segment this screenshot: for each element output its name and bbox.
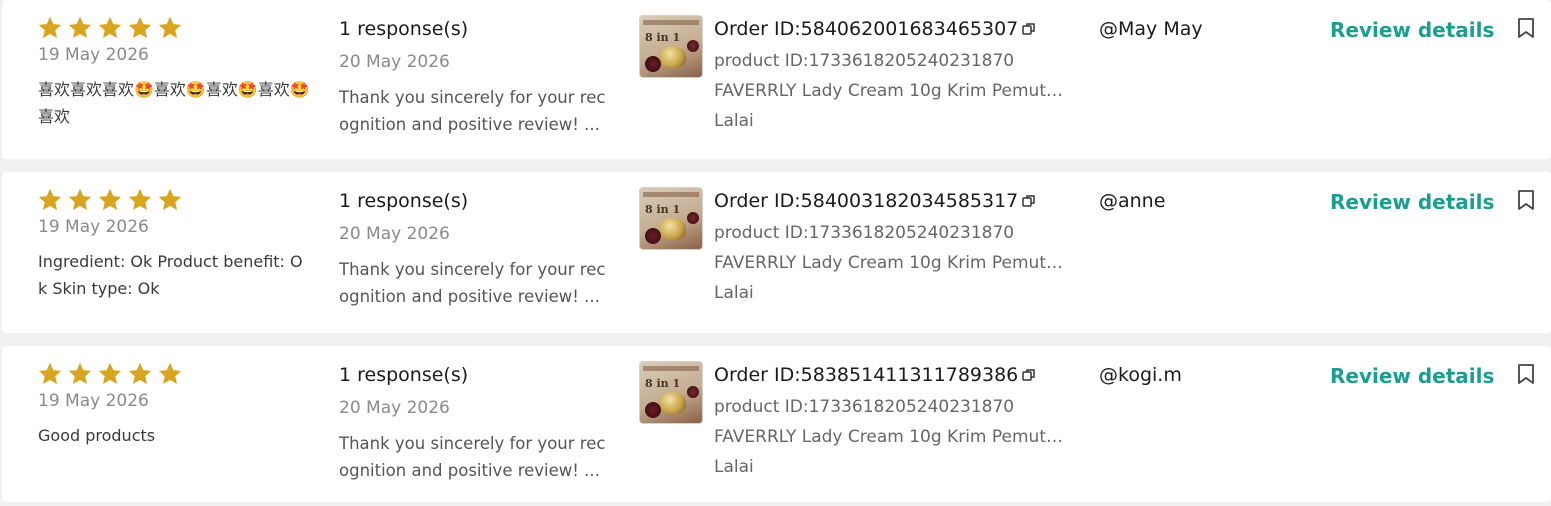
review-card: 19 May 2026 Good products 1 response(s) … [2,346,1551,502]
star-icon [98,16,122,38]
product-name: FAVERRLY Lady Cream 10g Krim Pemutih Waj… [714,81,1066,101]
star-rating [38,16,182,39]
response-text: Thank you sincerely for your recognition… [339,434,606,480]
bookmark-icon[interactable] [1517,17,1535,39]
star-icon [98,362,122,384]
product-thumbnail[interactable]: 8 in 1 [639,15,703,78]
star-icon [68,16,92,38]
star-rating [38,362,182,385]
star-icon [38,362,62,384]
response-date: 20 May 2026 [339,52,450,72]
star-icon [158,362,182,384]
product-id: product ID:1733618205240231870 [714,223,1015,243]
response-text: Thank you sincerely for your recognition… [339,88,606,134]
product-name: FAVERRLY Lady Cream 10g Krim Pemutih Waj… [714,427,1066,447]
copy-icon[interactable] [1022,194,1036,208]
review-card: 19 May 2026 Ingredient: Ok Product benef… [2,172,1551,333]
reviewer-name: @anne [1099,190,1166,212]
response-date: 20 May 2026 [339,224,450,244]
star-icon [158,16,182,38]
response-count: 1 response(s) [339,364,469,386]
order-id-row: Order ID:584062001683465307 [714,18,1036,40]
star-icon [38,188,62,210]
shop-name: Lalai [714,283,754,303]
review-list: 19 May 2026 喜欢喜欢喜欢🤩喜欢🤩喜欢🤩喜欢🤩喜欢 1 respons… [0,0,1551,506]
copy-icon[interactable] [1022,368,1036,382]
product-thumbnail[interactable]: 8 in 1 [639,187,703,250]
order-id: Order ID:583851411311789386 [714,364,1019,386]
star-icon [158,188,182,210]
order-id: Order ID:584062001683465307 [714,18,1019,40]
response-text: Thank you sincerely for your recognition… [339,260,606,306]
product-id: product ID:1733618205240231870 [714,51,1015,71]
star-icon [38,16,62,38]
bookmark-icon[interactable] [1517,189,1535,211]
response-count: 1 response(s) [339,18,469,40]
reviewer-name: @kogi.m [1099,364,1182,386]
star-icon [98,188,122,210]
shop-name: Lalai [714,457,754,477]
star-icon [128,16,152,38]
review-details-link[interactable]: Review details [1330,18,1494,42]
order-id-row: Order ID:584003182034585317 [714,190,1036,212]
review-text: 喜欢喜欢喜欢🤩喜欢🤩喜欢🤩喜欢🤩喜欢 [38,80,310,126]
shop-name: Lalai [714,111,754,131]
star-rating [38,188,182,211]
review-text: Good products [38,426,156,445]
product-thumbnail[interactable]: 8 in 1 [639,361,703,424]
response-date: 20 May 2026 [339,398,450,418]
review-text: Ingredient: Ok Product benefit: Ok Skin … [38,252,303,298]
review-date: 19 May 2026 [38,45,149,65]
response-count: 1 response(s) [339,190,469,212]
copy-icon[interactable] [1022,22,1036,36]
review-details-link[interactable]: Review details [1330,364,1494,388]
bookmark-icon[interactable] [1517,363,1535,385]
reviewer-name: @May May [1099,18,1203,40]
review-details-link[interactable]: Review details [1330,190,1494,214]
order-id-row: Order ID:583851411311789386 [714,364,1036,386]
review-date: 19 May 2026 [38,391,149,411]
star-icon [68,362,92,384]
order-id: Order ID:584003182034585317 [714,190,1019,212]
product-id: product ID:1733618205240231870 [714,397,1015,417]
star-icon [68,188,92,210]
review-card: 19 May 2026 喜欢喜欢喜欢🤩喜欢🤩喜欢🤩喜欢🤩喜欢 1 respons… [2,0,1551,159]
review-date: 19 May 2026 [38,217,149,237]
star-icon [128,362,152,384]
product-name: FAVERRLY Lady Cream 10g Krim Pemutih Waj… [714,253,1066,273]
star-icon [128,188,152,210]
